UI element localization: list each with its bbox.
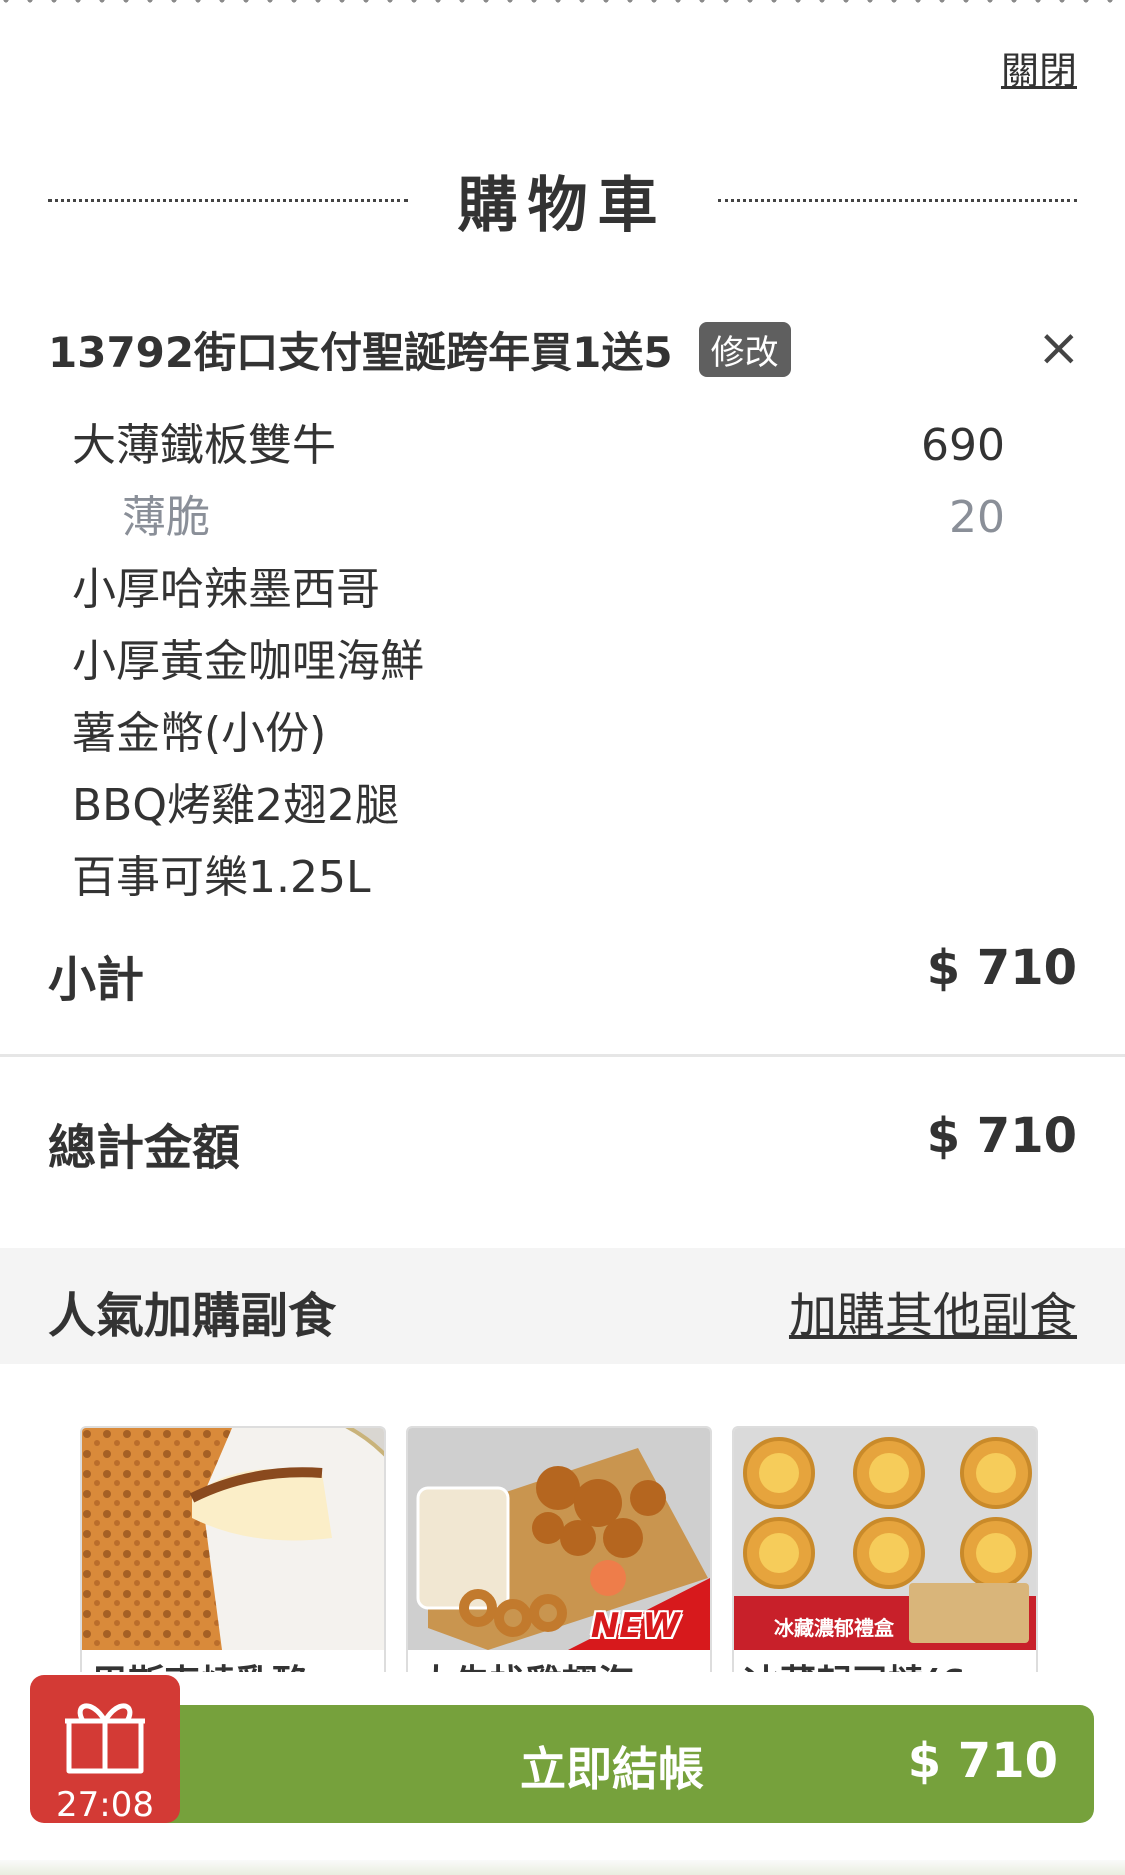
item-name: 薯金幣(小份) [72,708,327,759]
gift-timer-button[interactable]: 27:08 [30,1675,180,1825]
item-name: 百事可樂1.25L [72,852,371,903]
list-item: 小厚黃金咖哩海鮮 [72,626,1005,698]
total-label: 總計金額 [48,1120,241,1176]
addon-card[interactable]: NEW 大先找雞翅海 [406,1426,712,1680]
total-value: $ 710 [926,1108,1077,1164]
item-price: 20 [949,492,1005,543]
promo-name: 13792街口支付聖誕跨年買1送5 [48,327,673,377]
checkout-button[interactable]: 立即結帳 $ 710 [130,1705,1094,1823]
subtotal-value: $ 710 [926,940,1077,996]
top-decorative-edge [0,0,1125,8]
list-item: BBQ烤雞2翅2腿 [72,770,1005,842]
close-link[interactable]: 關閉 [1001,40,1077,95]
more-addons-link[interactable]: 加購其他副食 [789,1276,1077,1346]
countdown-timer: 27:08 [56,1785,154,1825]
order-items: 大薄鐵板雙牛 690 薄脆 20 小厚哈辣墨西哥 小厚黃金咖哩海鮮 薯金幣(小份… [72,410,1005,914]
total-row: 總計金額 $ 710 [48,1108,1077,1178]
promo-header: 13792街口支付聖誕跨年買1送5 修改 × [48,318,1081,380]
subtotal-label: 小計 [48,952,145,1008]
list-item: 大薄鐵板雙牛 690 [72,410,1005,482]
close-icon[interactable]: × [1037,322,1081,374]
item-name: 大薄鐵板雙牛 [72,420,336,471]
list-item: 百事可樂1.25L [72,842,1005,914]
item-name: BBQ烤雞2翅2腿 [72,780,399,831]
list-item: 小厚哈辣墨西哥 [72,554,1005,626]
title-left-divider [48,198,408,202]
section-divider [0,1054,1125,1057]
addon-card[interactable]: 巴斯克燒乳酪 [80,1426,386,1680]
new-badge: NEW [590,1606,680,1646]
title-right-divider [717,198,1077,202]
edit-button[interactable]: 修改 [698,321,791,377]
page-title: 購物車 [457,170,668,241]
cart-header: 購物車 [48,160,1077,241]
cheesecake-image [82,1428,384,1650]
item-name: 小厚哈辣墨西哥 [72,564,380,615]
item-name: 薄脆 [122,492,210,543]
item-name: 小厚黃金咖哩海鮮 [72,636,424,687]
gift-box-badge: 冰藏濃郁禮盒 [774,1616,894,1640]
bottom-edge [0,1860,1125,1875]
list-item: 薄脆 20 [72,482,1005,554]
addon-section-header: 人氣加購副食 加購其他副食 [0,1248,1125,1364]
list-item: 薯金幣(小份) [72,698,1005,770]
addon-carousel: 巴斯克燒乳酪 NEW 大先找雞翅海 [80,1426,1040,1680]
item-price: 690 [921,420,1005,471]
subtotal-row: 小計 $ 710 [48,940,1077,1010]
addon-card[interactable]: 冰藏濃郁禮盒 冰藏起司撻(6 [732,1426,1038,1680]
gift-icon [65,1703,145,1774]
checkout-amount: $ 710 [907,1733,1058,1789]
addon-title: 人氣加購副食 [48,1288,337,1344]
